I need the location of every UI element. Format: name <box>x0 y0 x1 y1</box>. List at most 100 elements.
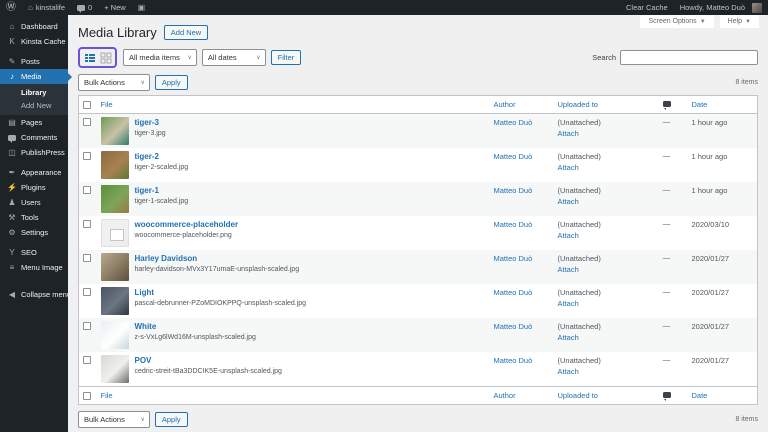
date-filter-select[interactable]: All dates ∨ <box>201 49 266 66</box>
sidebar-item-publishpress[interactable]: ◫ PublishPress <box>0 145 68 160</box>
sidebar-item-media[interactable]: ♪ Media <box>0 69 72 84</box>
comments-column-icon[interactable] <box>662 392 671 401</box>
sidebar-item-seo[interactable]: Y SEO <box>0 245 68 260</box>
bulk-actions-bar-bottom: Bulk Actions ∨ Apply 8 items <box>78 411 758 429</box>
author-link[interactable]: Matteo Duò <box>494 186 533 195</box>
attach-link[interactable]: Attach <box>558 367 579 376</box>
kinsta-cache-icon: K <box>9 36 15 46</box>
sort-by-date[interactable]: Date <box>692 100 708 109</box>
help-button[interactable]: Help ▼ <box>718 15 760 29</box>
sort-by-uploaded-to[interactable]: Uploaded to <box>558 100 598 109</box>
media-thumbnail[interactable] <box>100 253 129 282</box>
select-all-checkbox[interactable] <box>83 101 91 110</box>
sidebar-item-menu-image[interactable]: ≡ Menu Image <box>0 260 68 275</box>
sort-by-date[interactable]: Date <box>692 391 708 400</box>
new-content-menu[interactable]: + New <box>98 0 131 15</box>
row-checkbox[interactable] <box>83 152 91 161</box>
media-thumbnail[interactable] <box>100 321 129 350</box>
media-list-table: File Author Uploaded to Date tiger-3 tig… <box>78 95 758 406</box>
media-title-link[interactable]: Harley Davidson <box>135 254 300 263</box>
media-thumbnail[interactable] <box>100 185 129 214</box>
author-link[interactable]: Matteo Duò <box>494 152 533 161</box>
media-type-filter-select[interactable]: All media items ∨ <box>123 49 197 66</box>
attach-link[interactable]: Attach <box>558 299 579 308</box>
submenu-item-library[interactable]: Library <box>0 86 68 99</box>
bulk-actions-select[interactable]: Bulk Actions ∨ <box>78 74 150 91</box>
comments-value: — <box>662 355 671 365</box>
wordpress-logo-menu[interactable]: Ⓦ <box>0 0 22 15</box>
media-title-link[interactable]: tiger-1 <box>135 186 189 195</box>
attach-link[interactable]: Attach <box>558 129 579 138</box>
sidebar-item-appearance[interactable]: ✒ Appearance <box>0 165 68 180</box>
sort-by-file[interactable]: File <box>101 100 113 109</box>
my-account-menu[interactable]: Howdy, Matteo Duò <box>674 0 768 15</box>
media-filename: z-s-VxLg6lWd16M-unsplash-scaled.jpg <box>134 334 256 342</box>
comments-value: — <box>662 253 671 263</box>
submenu-item-add-new[interactable]: Add New <box>0 99 68 112</box>
sidebar-item-comments[interactable]: Comments <box>0 130 68 145</box>
media-thumbnail[interactable] <box>100 287 129 316</box>
bulk-actions-select[interactable]: Bulk Actions ∨ <box>78 411 150 429</box>
sort-by-author[interactable]: Author <box>494 100 516 109</box>
author-link[interactable]: Matteo Duò <box>494 322 533 331</box>
media-thumbnail[interactable] <box>100 151 129 180</box>
sidebar-item-kinsta-cache[interactable]: K Kinsta Cache <box>0 34 68 49</box>
attach-link[interactable]: Attach <box>558 265 579 274</box>
clear-cache-button[interactable]: Clear Cache <box>620 0 674 15</box>
site-name-menu[interactable]: ⌂ kinstalife <box>22 0 71 15</box>
media-title-link[interactable]: tiger-3 <box>135 118 166 127</box>
add-new-button[interactable]: Add New <box>163 25 209 40</box>
media-title-link[interactable]: Light <box>135 288 307 297</box>
media-title-link[interactable]: White <box>135 322 256 331</box>
sidebar-item-posts[interactable]: ✎ Posts <box>0 54 68 69</box>
sidebar-item-pages[interactable]: ▤ Pages <box>0 115 68 130</box>
sort-by-uploaded-to[interactable]: Uploaded to <box>558 391 598 400</box>
uploaded-status: (Unattached) <box>557 254 601 264</box>
sidebar-item-users[interactable]: ♟ Users <box>0 195 68 210</box>
attach-link[interactable]: Attach <box>558 197 579 206</box>
list-view-button[interactable] <box>83 51 96 64</box>
attach-link[interactable]: Attach <box>558 231 579 240</box>
media-thumbnail[interactable] <box>100 117 129 146</box>
author-link[interactable]: Matteo Duò <box>494 254 533 263</box>
comments-column-icon[interactable] <box>662 101 671 110</box>
select-all-checkbox[interactable] <box>83 392 91 401</box>
author-link[interactable]: Matteo Duò <box>494 118 533 127</box>
comments-menu[interactable]: 0 <box>71 0 98 15</box>
sidebar-item-plugins[interactable]: ⚡ Plugins <box>0 180 68 195</box>
media-title-link[interactable]: POV <box>135 356 282 365</box>
sort-by-file[interactable]: File <box>101 391 113 400</box>
author-link[interactable]: Matteo Duò <box>494 356 533 365</box>
sidebar-item-settings[interactable]: ⚙ Settings <box>0 225 68 240</box>
row-checkbox[interactable] <box>83 288 91 297</box>
row-checkbox[interactable] <box>83 220 91 229</box>
media-thumbnail[interactable] <box>100 355 129 384</box>
chevron-down-icon: ∨ <box>256 55 261 61</box>
apply-button[interactable]: Apply <box>154 412 188 428</box>
row-checkbox[interactable] <box>83 322 91 331</box>
media-title-link[interactable]: tiger-2 <box>135 152 189 161</box>
media-title-link[interactable]: woocommerce-placeholder <box>135 220 239 229</box>
row-checkbox[interactable] <box>83 186 91 195</box>
plugin-toolbar-item[interactable]: ▣ <box>132 0 152 15</box>
attach-link[interactable]: Attach <box>558 163 579 172</box>
media-filename: tiger-2-scaled.jpg <box>134 164 189 172</box>
row-checkbox[interactable] <box>83 254 91 263</box>
sort-by-author[interactable]: Author <box>494 391 516 400</box>
sidebar-item-collapse[interactable]: ◀ Collapse menu <box>0 287 68 302</box>
screen-options-button[interactable]: Screen Options ▼ <box>639 15 715 29</box>
row-checkbox[interactable] <box>83 118 91 127</box>
author-link[interactable]: Matteo Duò <box>494 220 533 229</box>
search-input[interactable] <box>620 50 758 65</box>
media-thumbnail[interactable] <box>100 219 129 248</box>
comments-value: — <box>662 151 671 161</box>
sidebar-item-tools[interactable]: ⚒ Tools <box>0 210 68 225</box>
author-link[interactable]: Matteo Duò <box>494 288 533 297</box>
row-checkbox[interactable] <box>83 356 91 365</box>
attach-link[interactable]: Attach <box>558 333 579 342</box>
grid-view-button[interactable] <box>99 51 112 64</box>
filter-button[interactable]: Filter <box>270 50 302 65</box>
sidebar-item-dashboard[interactable]: ⌂ Dashboard <box>0 19 68 34</box>
table-row: POV cedric-streit-tBa3DDCIK5E-unsplash-s… <box>79 352 758 387</box>
apply-button[interactable]: Apply <box>154 75 188 90</box>
